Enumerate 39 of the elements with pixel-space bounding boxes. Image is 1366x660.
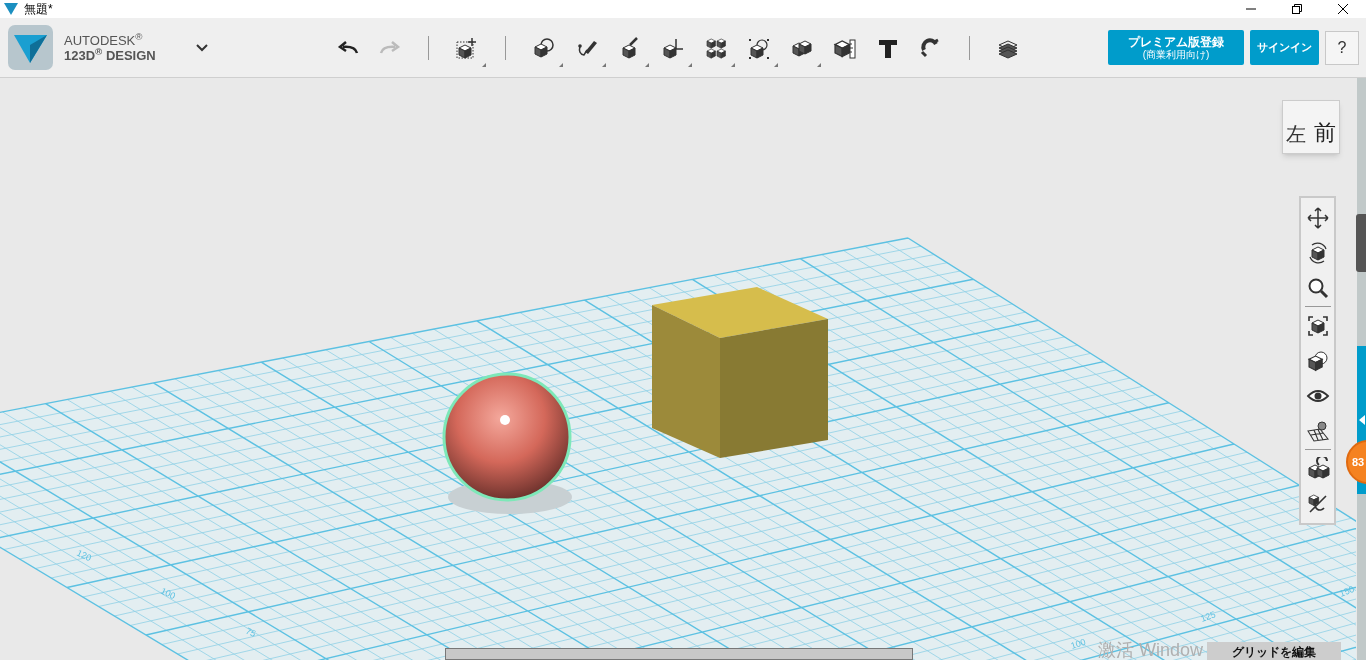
dropdown-corner-icon bbox=[601, 62, 606, 67]
dropdown-corner-icon bbox=[558, 62, 563, 67]
grid-scale-label: 100 bbox=[159, 585, 177, 602]
window-title: 無題* bbox=[24, 1, 53, 18]
cube-sphere-icon bbox=[1305, 348, 1330, 373]
dropdown-corner-icon bbox=[481, 62, 486, 67]
close-icon[interactable] bbox=[1338, 4, 1348, 14]
grid-scale-label: 100 bbox=[1069, 636, 1087, 651]
brand-name: AUTODESK$^{®}$ bbox=[64, 32, 143, 48]
product-name: 123D$^{®}$ DESIGN bbox=[64, 47, 156, 63]
dropdown-corner-icon bbox=[644, 62, 649, 67]
dropdown-corner-icon bbox=[816, 62, 821, 67]
view-cube[interactable]: 左 前 bbox=[1282, 100, 1340, 154]
cube-icon bbox=[531, 35, 556, 60]
caret-left-icon bbox=[1358, 415, 1365, 425]
cube-drawing[interactable] bbox=[652, 287, 828, 458]
restore-icon[interactable] bbox=[1292, 4, 1302, 14]
grid-scale-label: 150 bbox=[1338, 583, 1356, 599]
framed-cube-icon bbox=[1305, 313, 1330, 338]
undo-arrow-icon bbox=[336, 40, 359, 55]
edit-grid-button[interactable]: グリッドを編集 bbox=[1207, 642, 1341, 660]
dropdown-corner-icon bbox=[773, 62, 778, 67]
cubes-icon bbox=[703, 35, 728, 60]
app-logo-icon bbox=[4, 3, 18, 15]
dropdown-corner-icon bbox=[730, 62, 735, 67]
grid-scale-label: 125 bbox=[1199, 609, 1217, 624]
app-logo-icon bbox=[8, 25, 53, 70]
app-menu[interactable]: AUTODESK$^{®}$ 123D$^{®}$ DESIGN bbox=[8, 25, 208, 70]
sphere-drawing[interactable] bbox=[442, 372, 572, 502]
grid-scale-label: 120 bbox=[75, 547, 93, 564]
cube-icon bbox=[454, 35, 479, 60]
move-arrows-icon bbox=[1305, 205, 1330, 230]
level-meter bbox=[1356, 214, 1366, 272]
grid-scale-label: 75 bbox=[244, 625, 258, 640]
help-button[interactable]: ? bbox=[1325, 30, 1359, 65]
dropdown-corner-icon bbox=[687, 62, 692, 67]
redo-arrow-icon bbox=[378, 40, 401, 55]
grid-eye-icon bbox=[1305, 418, 1330, 443]
chevron-down-icon bbox=[195, 43, 208, 52]
